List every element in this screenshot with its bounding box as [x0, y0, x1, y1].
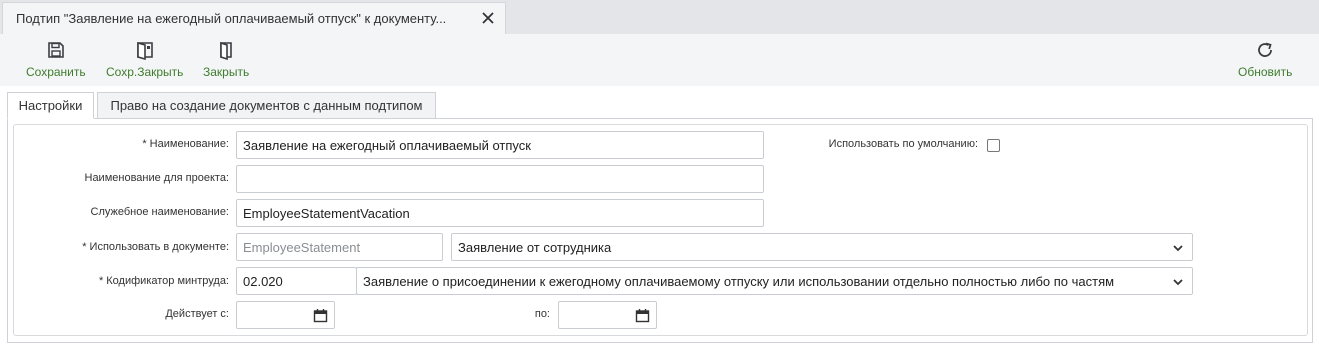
toolbar: Сохранить Сохр.Закрыть Закрыть Обновить: [0, 34, 1319, 86]
codifier-select[interactable]: Заявление о присоединении к ежегодному о…: [356, 267, 1193, 295]
valid-from-date-input[interactable]: [236, 301, 335, 329]
project-name-input[interactable]: [236, 165, 764, 193]
chevron-down-icon: [1173, 245, 1183, 252]
service-name-label: Служебное наименование:: [90, 206, 229, 218]
document-tab[interactable]: Подтип "Заявление на ежегодный оплачивае…: [2, 2, 506, 34]
refresh-icon: [1258, 42, 1273, 57]
save-close-button[interactable]: Сохр.Закрыть: [106, 40, 183, 79]
close-icon[interactable]: [481, 11, 495, 25]
use-in-document-select-value: Заявление от сотрудника: [458, 239, 612, 255]
name-input[interactable]: Заявление на ежегодный оплачиваемый отпу…: [236, 131, 764, 159]
tab-creation-rights[interactable]: Право на создание документов с данным по…: [97, 92, 436, 119]
use-in-document-label: * Использовать в документе:: [82, 241, 229, 253]
close-button[interactable]: Закрыть: [203, 40, 249, 79]
chevron-down-icon: [1173, 279, 1183, 286]
use-in-document-select[interactable]: Заявление от сотрудника: [451, 233, 1193, 261]
calendar-icon[interactable]: [635, 308, 650, 323]
document-tab-bar: Подтип "Заявление на ежегодный оплачивае…: [0, 0, 1319, 34]
tab-creation-rights-label: Право на создание документов с данным по…: [110, 98, 423, 113]
default-label: Использовать по умолчанию:: [828, 138, 978, 150]
document-tab-title: Подтип "Заявление на ежегодный оплачивае…: [16, 11, 447, 26]
tab-settings[interactable]: Настройки: [7, 92, 94, 119]
save-close-button-label: Сохр.Закрыть: [106, 65, 184, 79]
service-name-input[interactable]: EmployeeStatementVacation: [236, 199, 764, 227]
codifier-select-value: Заявление о присоединении к ежегодному о…: [363, 273, 1115, 289]
codifier-code-input[interactable]: 02.020: [236, 267, 357, 295]
project-name-label: Наименование для проекта:: [84, 172, 230, 184]
close-button-label: Закрыть: [203, 65, 250, 79]
name-label: * Наименование:: [142, 138, 229, 150]
valid-to-date-input[interactable]: [558, 301, 657, 329]
floppy-disk-icon: [48, 42, 64, 58]
valid-from-label: Действует с:: [165, 308, 229, 320]
save-button-label: Сохранить: [26, 65, 86, 79]
refresh-button[interactable]: Обновить: [1238, 40, 1292, 79]
use-in-document-code-input[interactable]: EmployeeStatement: [236, 233, 443, 261]
refresh-button-label: Обновить: [1238, 65, 1293, 79]
calendar-icon[interactable]: [313, 308, 328, 323]
save-button[interactable]: Сохранить: [26, 40, 86, 79]
codifier-label: * Кодификатор минтруда:: [98, 275, 229, 287]
tab-settings-label: Настройки: [18, 98, 83, 113]
default-checkbox[interactable]: [987, 139, 1000, 152]
door-icon: [220, 41, 232, 60]
save-close-icon: [136, 41, 153, 60]
valid-to-label: по:: [534, 308, 550, 320]
